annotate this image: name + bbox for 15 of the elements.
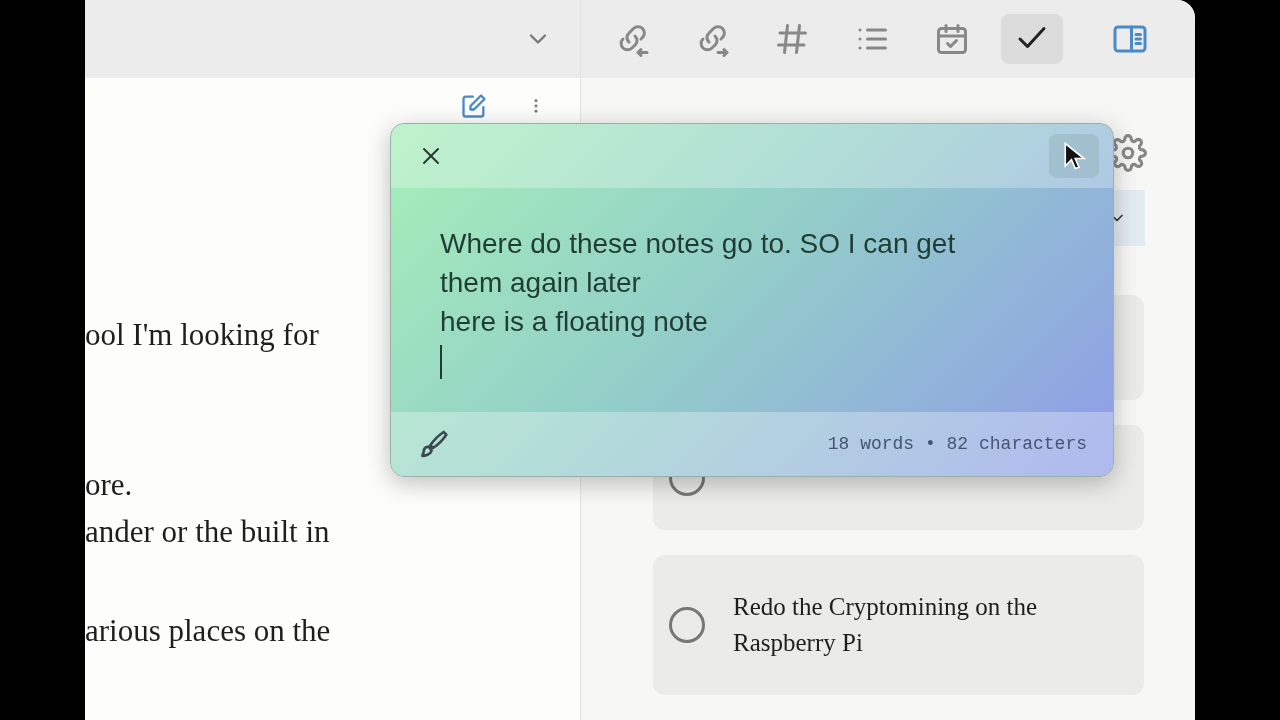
calendar-check-icon: [934, 21, 970, 57]
task-title: Redo the Cryptomining on the Raspberry Pi: [733, 592, 1039, 658]
document-text: ool I'm looking for: [85, 316, 319, 354]
document-text: arious places on the: [85, 612, 331, 650]
checkmark-button[interactable]: [1001, 14, 1063, 64]
task-card[interactable]: Redo the Cryptomining on the Raspberry Pi: [653, 555, 1144, 695]
pointer-cursor-button[interactable]: [1049, 134, 1099, 178]
word-count-text: 18 words • 82 characters: [827, 434, 1087, 454]
task-checkbox[interactable]: [669, 607, 705, 643]
edit-icon[interactable]: [460, 92, 488, 120]
hash-icon: [774, 21, 810, 57]
text-cursor: [440, 345, 442, 379]
document-text: ander or the built in: [85, 513, 330, 551]
note-text-field[interactable]: Where do these notes go to. SO I can get them again later here is a floating note: [440, 224, 1073, 341]
document-text: ore.: [85, 466, 133, 504]
